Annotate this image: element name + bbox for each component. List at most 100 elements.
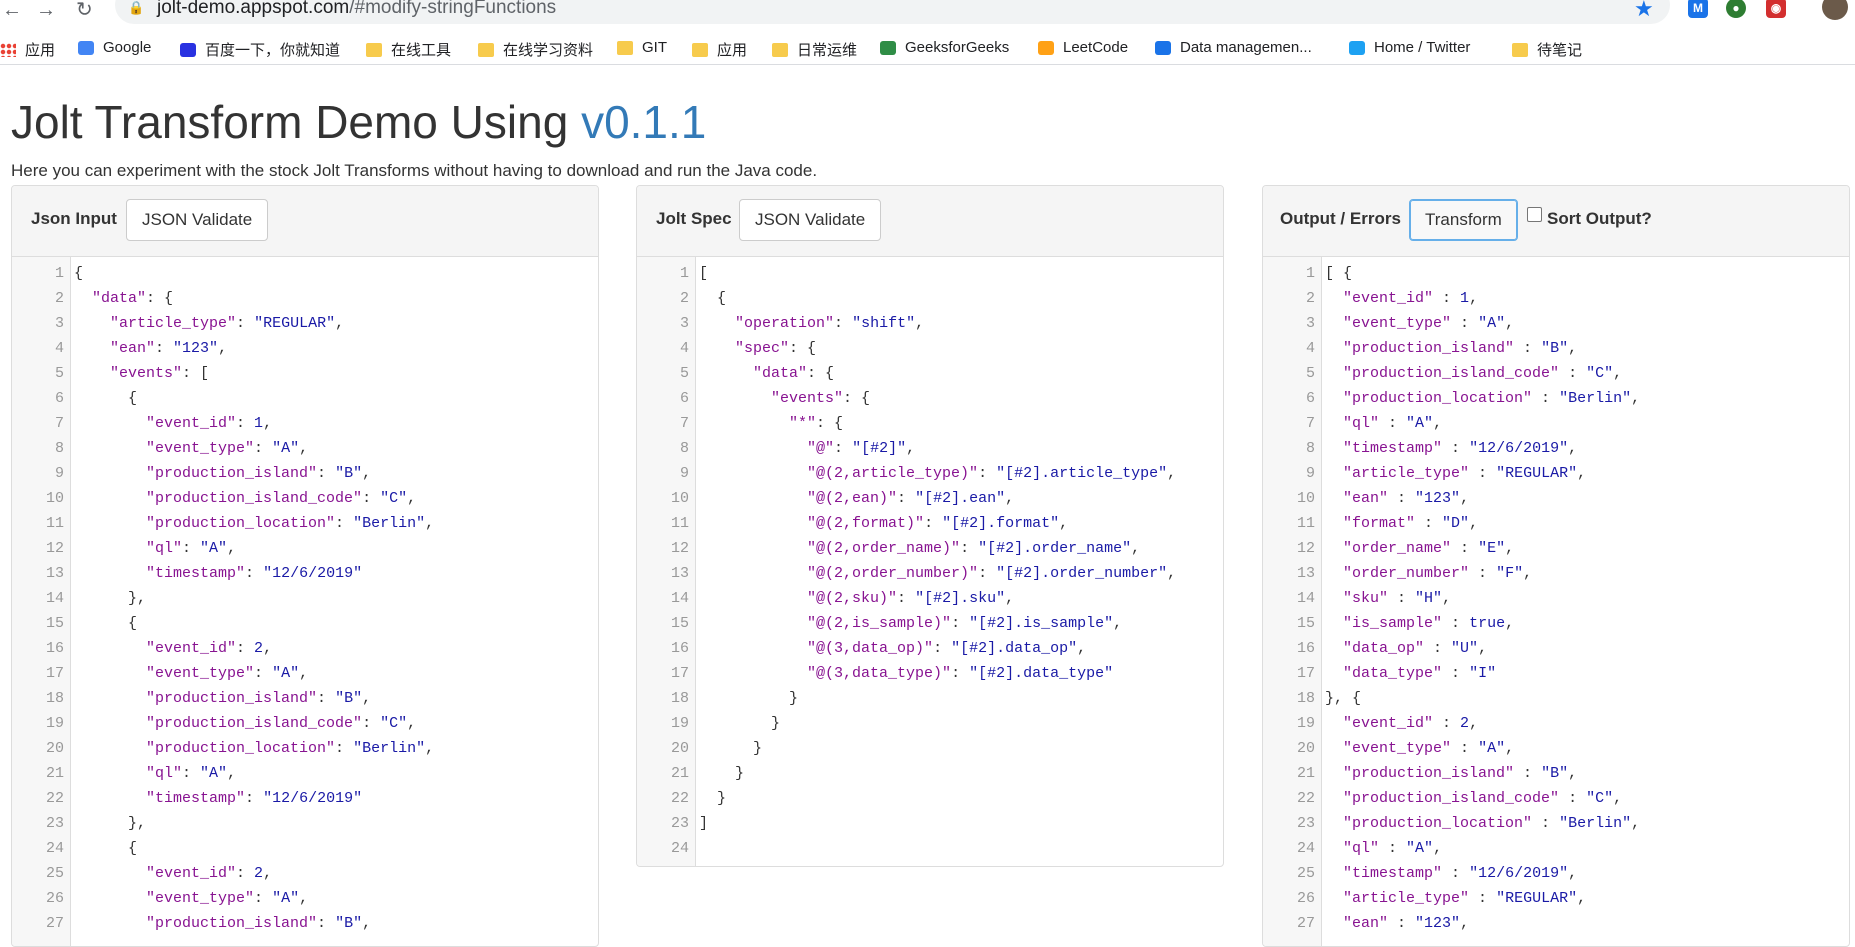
jolt-spec-validate-button[interactable]: JSON Validate (739, 199, 882, 241)
line-number: 27 (45, 915, 64, 932)
line-number: 14 (45, 590, 64, 607)
forward-arrow-icon[interactable]: → (36, 0, 56, 20)
line-number: 25 (1296, 865, 1315, 882)
line-number: 25 (45, 865, 64, 882)
jolt-spec-header: Jolt Spec JSON Validate (637, 186, 1223, 257)
code-line: 8 "@": "[#2]", (637, 436, 1223, 461)
line-number: 9 (679, 465, 689, 482)
code-text: "@(2,is_sample)": "[#2].is_sample", (807, 615, 1123, 632)
bookmark-item[interactable]: Data managemen... (1155, 39, 1312, 56)
line-number: 5 (679, 365, 689, 382)
code-text: "production_island" : "B", (1343, 765, 1578, 782)
code-line: 12 "@(2,order_name)": "[#2].order_name", (637, 536, 1223, 561)
code-line: 6 { (12, 386, 598, 411)
code-line: 15 "is_sample" : true, (1263, 611, 1849, 636)
json-input-editor[interactable]: 1{2 "data": {3 "article_type": "REGULAR"… (12, 257, 598, 946)
code-line: 20 "production_location": "Berlin", (12, 736, 598, 761)
bookmark-item[interactable]: 在线工具 (366, 39, 451, 60)
code-text: "*": { (789, 415, 844, 432)
bookmark-item[interactable]: 应用 (0, 39, 55, 60)
sort-output-checkbox[interactable] (1527, 207, 1542, 222)
line-number: 13 (1296, 565, 1315, 582)
line-number: 22 (1296, 790, 1315, 807)
bookmark-label: 应用 (25, 42, 56, 59)
line-number: 16 (670, 640, 689, 657)
code-line: 11 "production_location": "Berlin", (12, 511, 598, 536)
json-input-validate-button[interactable]: JSON Validate (126, 199, 269, 241)
code-line: 5 "production_island_code" : "C", (1263, 361, 1849, 386)
code-line: 9 "production_island": "B", (12, 461, 598, 486)
bookmark-label: LeetCode (1063, 39, 1129, 56)
bookmark-item[interactable]: Google (78, 39, 151, 56)
extension-globe-icon[interactable]: ● (1726, 0, 1746, 18)
code-line: 13 "@(2,order_number)": "[#2].order_numb… (637, 561, 1223, 586)
code-line: 9 "article_type" : "REGULAR", (1263, 461, 1849, 486)
code-line: 6 "events": { (637, 386, 1223, 411)
code-line: 23] (637, 811, 1223, 836)
bookmark-label: 日常运维 (797, 42, 858, 59)
code-line: 12 "order_name" : "E", (1263, 536, 1849, 561)
version-link[interactable]: v0.1.1 (581, 96, 706, 148)
code-text: { (74, 265, 84, 282)
google-icon (78, 40, 94, 55)
code-text: }, (74, 590, 147, 607)
line-number: 11 (670, 515, 689, 532)
code-text: "events": [ (110, 365, 210, 382)
code-line: 19 "production_island_code": "C", (12, 711, 598, 736)
bookmark-star-icon[interactable]: ★ (1634, 0, 1654, 22)
code-line: 15 "@(2,is_sample)": "[#2].is_sample", (637, 611, 1223, 636)
code-line: 10 "@(2,ean)": "[#2].ean", (637, 486, 1223, 511)
bookmark-item[interactable]: 待笔记 (1512, 39, 1582, 60)
jolt-spec-panel: Jolt Spec JSON Validate 1[2 {3 "operatio… (636, 185, 1224, 867)
code-text: { (74, 615, 138, 632)
line-number: 17 (670, 665, 689, 682)
code-line: 14 "@(2,sku)": "[#2].sku", (637, 586, 1223, 611)
bookmark-item[interactable]: 在线学习资料 (478, 39, 593, 60)
reload-icon[interactable]: ↻ (76, 0, 93, 20)
lock-icon: 🔒 (128, 0, 145, 15)
back-arrow-icon[interactable]: ← (2, 0, 22, 20)
code-text: "production_island": "B", (146, 915, 372, 932)
line-number: 4 (1305, 340, 1315, 357)
bookmark-item[interactable]: Home / Twitter (1349, 39, 1470, 56)
code-line: 2 "event_id" : 1, (1263, 286, 1849, 311)
line-number: 15 (45, 615, 64, 632)
line-number: 21 (670, 765, 689, 782)
transform-button[interactable]: Transform (1409, 199, 1518, 241)
extension-red-icon[interactable]: ◉ (1766, 0, 1786, 18)
bookmark-item[interactable]: 日常运维 (772, 39, 857, 60)
bookmark-item[interactable]: GIT (617, 39, 667, 56)
code-line: 25 "event_id": 2, (12, 861, 598, 886)
bookmark-item[interactable]: LeetCode (1038, 39, 1128, 56)
jolt-spec-editor[interactable]: 1[2 {3 "operation": "shift", 4 "spec": {5… (637, 257, 1223, 866)
output-editor[interactable]: 1[ {2 "event_id" : 1, 3 "event_type" : "A… (1263, 257, 1849, 946)
line-number: 8 (1305, 440, 1315, 457)
url-text[interactable]: jolt-demo.appspot.com/#modify-stringFunc… (157, 0, 556, 19)
code-text: } (699, 690, 799, 707)
bookmark-item[interactable]: 应用 (692, 39, 747, 60)
code-line: 16 "data_op" : "U", (1263, 636, 1849, 661)
line-number: 18 (45, 690, 64, 707)
code-text: "production_island_code": "C", (146, 715, 417, 732)
line-number: 1 (679, 265, 689, 282)
extension-m-icon[interactable]: M (1688, 0, 1708, 18)
line-number: 19 (45, 715, 64, 732)
profile-avatar[interactable] (1822, 0, 1848, 20)
sort-output-label[interactable]: Sort Output? (1547, 209, 1652, 229)
line-number: 19 (670, 715, 689, 732)
code-text: "ean": "123", (110, 340, 228, 357)
line-number: 21 (1296, 765, 1315, 782)
code-text: "event_id": 1, (146, 415, 273, 432)
code-text: "@(2,order_number)": "[#2].order_number"… (807, 565, 1177, 582)
code-text: "data": { (753, 365, 835, 382)
line-number: 14 (1296, 590, 1315, 607)
folder-icon (478, 42, 494, 57)
code-text: "ql": "A", (146, 765, 237, 782)
code-text: "@(2,sku)": "[#2].sku", (807, 590, 1015, 607)
code-text: } (699, 790, 727, 807)
code-text: }, (74, 815, 147, 832)
code-text: "event_id": 2, (146, 865, 273, 882)
bookmark-item[interactable]: 百度一下，你就知道 (180, 39, 340, 60)
line-number: 3 (679, 315, 689, 332)
bookmark-item[interactable]: GeeksforGeeks (880, 39, 1009, 56)
